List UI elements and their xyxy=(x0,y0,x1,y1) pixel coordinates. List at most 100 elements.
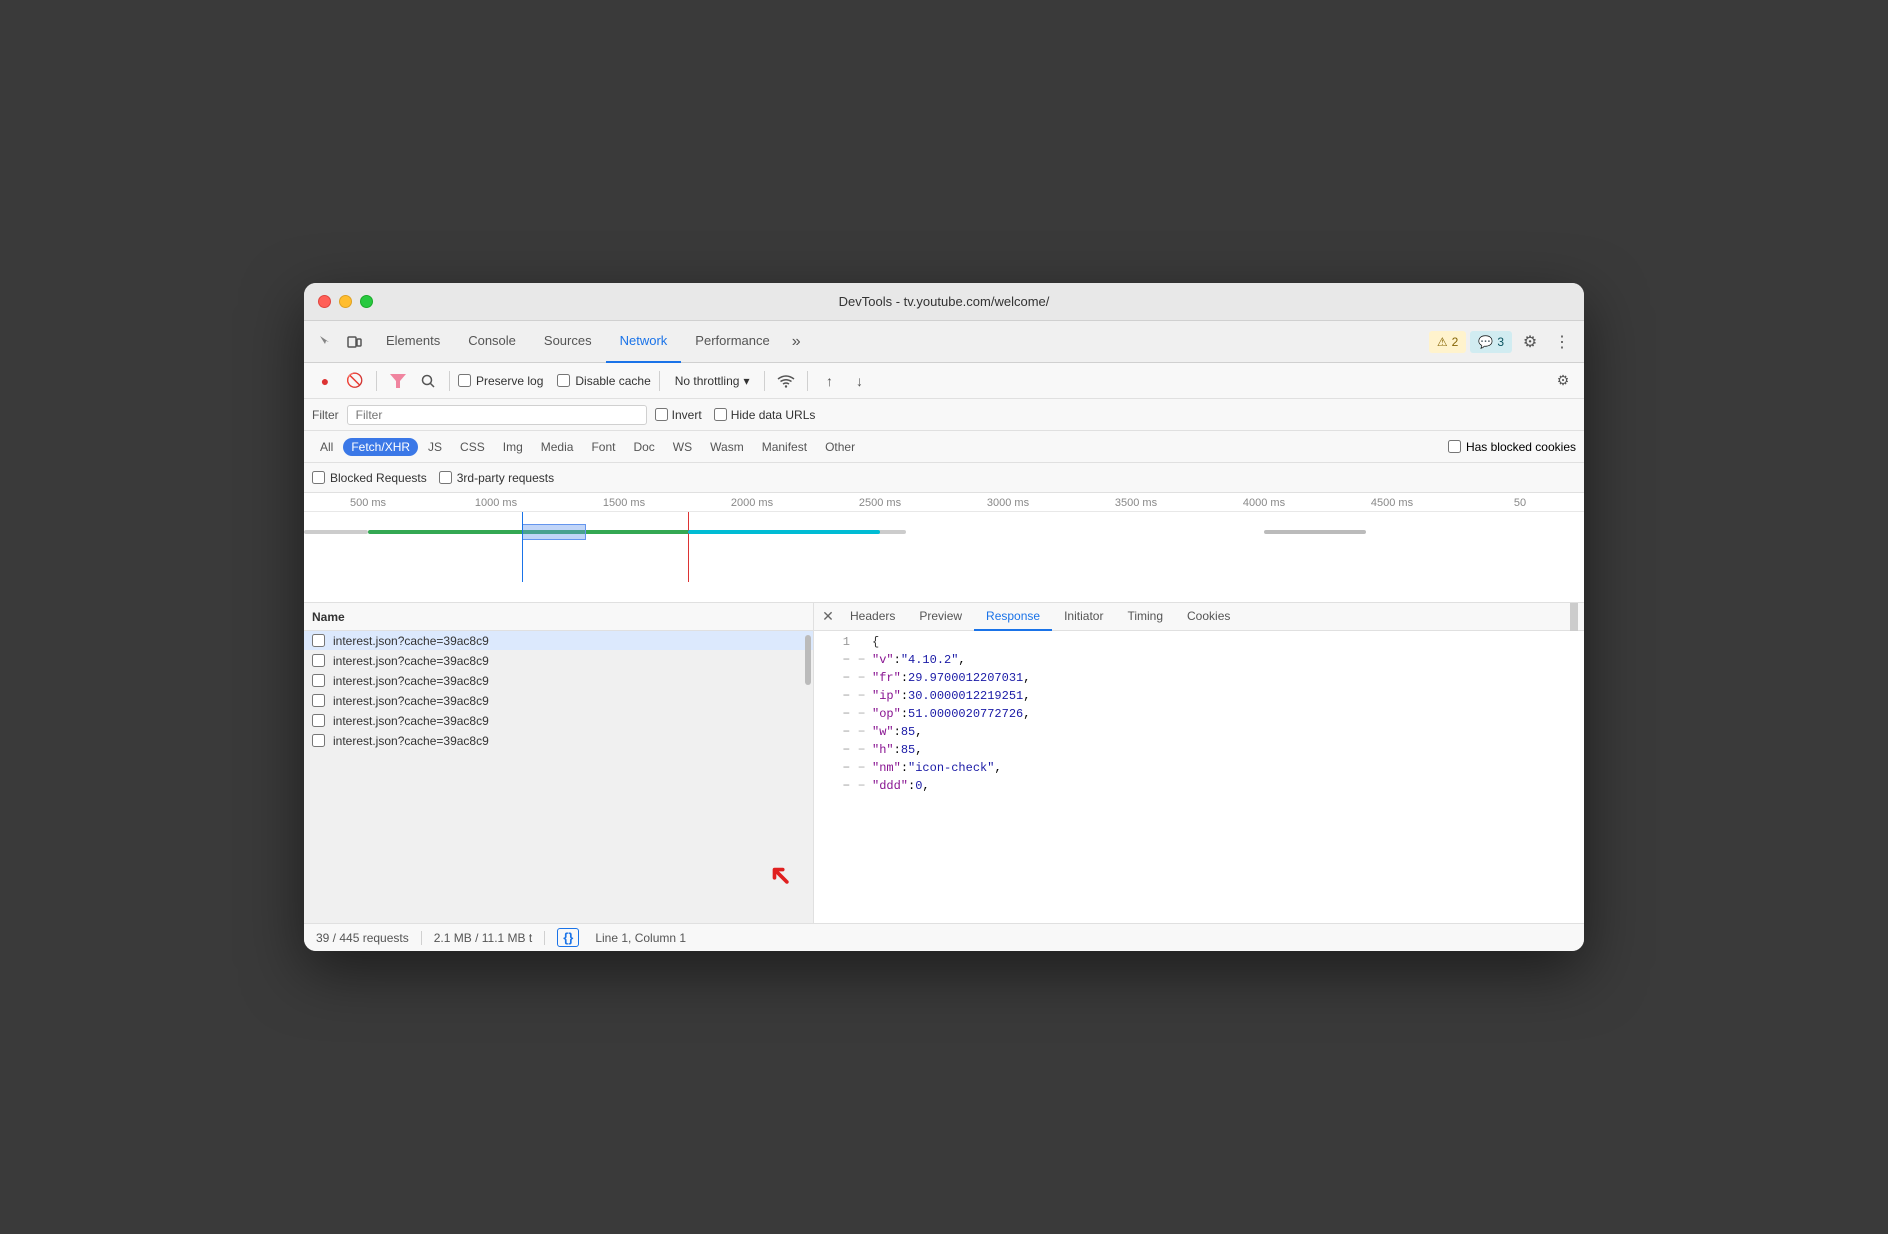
request-row[interactable]: interest.json?cache=39ac8c9 xyxy=(304,711,813,731)
type-btn-ws[interactable]: WS xyxy=(665,438,700,456)
response-content[interactable]: 1 { − − "v" : "4.10.2" , − − "fr" xyxy=(814,631,1584,923)
request-checkbox-3[interactable] xyxy=(312,674,325,687)
disable-cache-label[interactable]: Disable cache xyxy=(557,374,650,388)
type-btn-all[interactable]: All xyxy=(312,438,341,456)
requests-list[interactable]: interest.json?cache=39ac8c9 interest.jso… xyxy=(304,631,813,923)
scrollbar-thumb[interactable] xyxy=(805,635,811,685)
tab-console[interactable]: Console xyxy=(454,321,530,363)
network-toolbar: ● 🚫 Preserve log Disable cache No thrott… xyxy=(304,363,1584,399)
filter-icon[interactable] xyxy=(385,368,411,394)
tab-cookies[interactable]: Cookies xyxy=(1175,603,1242,631)
request-row[interactable]: interest.json?cache=39ac8c9 xyxy=(304,651,813,671)
status-divider-1 xyxy=(421,931,422,945)
throttle-dropdown[interactable]: No throttling ▾ xyxy=(668,371,757,391)
type-btn-media[interactable]: Media xyxy=(533,438,582,456)
tick-4500: 4500 ms xyxy=(1328,497,1456,509)
request-row[interactable]: interest.json?cache=39ac8c9 xyxy=(304,691,813,711)
status-bar: 39 / 445 requests 2.1 MB / 11.1 MB t {} … xyxy=(304,923,1584,951)
blocked-requests-checkbox[interactable] xyxy=(312,471,325,484)
inspect-icon[interactable] xyxy=(312,328,340,356)
tab-preview[interactable]: Preview xyxy=(907,603,974,631)
json-line-1: 1 { xyxy=(814,635,1584,653)
filter-label: Filter xyxy=(312,408,339,422)
request-checkbox-1[interactable] xyxy=(312,634,325,647)
wifi-icon[interactable] xyxy=(773,368,799,394)
gear-settings-icon[interactable]: ⚙ xyxy=(1550,368,1576,394)
type-btn-wasm[interactable]: Wasm xyxy=(702,438,752,456)
settings-icon[interactable]: ⚙ xyxy=(1516,328,1544,356)
invert-label[interactable]: Invert xyxy=(655,408,702,422)
toolbar-checkboxes: Preserve log Disable cache xyxy=(458,374,651,388)
devtools-window: DevTools - tv.youtube.com/welcome/ Eleme… xyxy=(304,283,1584,951)
type-btn-other[interactable]: Other xyxy=(817,438,863,456)
request-checkbox-4[interactable] xyxy=(312,694,325,707)
third-party-label[interactable]: 3rd-party requests xyxy=(439,471,554,485)
tick-50: 50 xyxy=(1456,497,1584,509)
more-tabs-button[interactable]: » xyxy=(784,333,809,351)
format-button[interactable]: {} xyxy=(557,928,579,947)
invert-checkbox[interactable] xyxy=(655,408,668,421)
disable-cache-checkbox[interactable] xyxy=(557,374,570,387)
type-btn-css[interactable]: CSS xyxy=(452,438,493,456)
tab-performance[interactable]: Performance xyxy=(681,321,783,363)
type-btn-font[interactable]: Font xyxy=(583,438,623,456)
tab-elements[interactable]: Elements xyxy=(372,321,454,363)
window-title: DevTools - tv.youtube.com/welcome/ xyxy=(839,294,1050,309)
close-panel-button[interactable]: ✕ xyxy=(818,607,838,627)
type-btn-doc[interactable]: Doc xyxy=(625,438,662,456)
maximize-button[interactable] xyxy=(360,295,373,308)
tab-timing[interactable]: Timing xyxy=(1115,603,1175,631)
title-bar: DevTools - tv.youtube.com/welcome/ xyxy=(304,283,1584,321)
type-btn-img[interactable]: Img xyxy=(495,438,531,456)
filter-input[interactable] xyxy=(347,405,647,425)
warning-count: 2 xyxy=(1452,335,1459,349)
filter-bar: Filter Invert Hide data URLs xyxy=(304,399,1584,431)
blocked-requests-label[interactable]: Blocked Requests xyxy=(312,471,427,485)
clear-button[interactable]: 🚫 xyxy=(342,368,368,394)
blue-marker xyxy=(522,512,523,582)
request-row[interactable]: interest.json?cache=39ac8c9 xyxy=(304,671,813,691)
tab-network[interactable]: Network xyxy=(606,321,682,363)
requests-panel: Name interest.json?cache=39ac8c9 interes… xyxy=(304,603,814,923)
record-button[interactable]: ● xyxy=(312,368,338,394)
chat-badge[interactable]: 💬 3 xyxy=(1470,331,1512,353)
tab-sources[interactable]: Sources xyxy=(530,321,606,363)
request-checkbox-5[interactable] xyxy=(312,714,325,727)
red-arrow-indicator: ➜ xyxy=(759,854,802,897)
type-btn-fetch-xhr[interactable]: Fetch/XHR xyxy=(343,438,418,456)
warning-icon: ⚠ xyxy=(1437,335,1448,349)
close-button[interactable] xyxy=(318,295,331,308)
has-blocked-cookies-checkbox[interactable] xyxy=(1448,440,1461,453)
type-btn-manifest[interactable]: Manifest xyxy=(754,438,815,456)
preserve-log-checkbox[interactable] xyxy=(458,374,471,387)
request-checkbox-2[interactable] xyxy=(312,654,325,667)
upload-icon[interactable]: ↑ xyxy=(816,368,842,394)
tick-2500: 2500 ms xyxy=(816,497,944,509)
type-btn-js[interactable]: JS xyxy=(420,438,450,456)
json-line-v: − − "v" : "4.10.2" , xyxy=(814,653,1584,671)
timeline-selection xyxy=(522,524,586,540)
preserve-log-label[interactable]: Preserve log xyxy=(458,374,543,388)
third-party-checkbox[interactable] xyxy=(439,471,452,484)
hide-data-urls-checkbox[interactable] xyxy=(714,408,727,421)
request-row[interactable]: interest.json?cache=39ac8c9 xyxy=(304,731,813,751)
tab-response[interactable]: Response xyxy=(974,603,1052,631)
tab-initiator[interactable]: Initiator xyxy=(1052,603,1115,631)
hide-data-urls-label[interactable]: Hide data URLs xyxy=(714,408,816,422)
tab-headers[interactable]: Headers xyxy=(838,603,907,631)
has-blocked-cookies-label[interactable]: Has blocked cookies xyxy=(1448,440,1576,454)
warning-badge[interactable]: ⚠ 2 xyxy=(1429,331,1466,353)
download-icon[interactable]: ↓ xyxy=(846,368,872,394)
search-icon[interactable] xyxy=(415,368,441,394)
minimize-button[interactable] xyxy=(339,295,352,308)
chevron-down-icon: ▾ xyxy=(743,374,749,388)
main-content: Name interest.json?cache=39ac8c9 interes… xyxy=(304,603,1584,923)
request-checkbox-6[interactable] xyxy=(312,734,325,747)
more-options-icon[interactable]: ⋮ xyxy=(1548,328,1576,356)
request-name-6: interest.json?cache=39ac8c9 xyxy=(333,734,805,748)
request-name-3: interest.json?cache=39ac8c9 xyxy=(333,674,805,688)
chat-count: 3 xyxy=(1497,335,1504,349)
traffic-lights xyxy=(318,295,373,308)
device-toggle-icon[interactable] xyxy=(340,328,368,356)
request-row[interactable]: interest.json?cache=39ac8c9 xyxy=(304,631,813,651)
